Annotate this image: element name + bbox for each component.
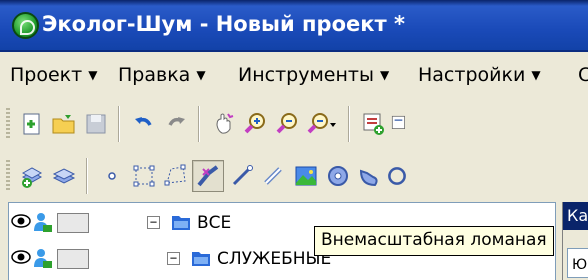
folder-icon: [172, 216, 190, 230]
menu-edit-arrow-icon: ▼: [196, 68, 206, 82]
point-object-icon: [108, 172, 116, 180]
properties-field[interactable]: Ю: [567, 248, 588, 278]
add-layer-icon: [363, 113, 384, 135]
open-button[interactable]: [48, 108, 80, 140]
visibility-eye-icon[interactable]: [11, 214, 31, 228]
layer-stack-icon: [52, 168, 76, 184]
image-object-button[interactable]: [290, 160, 322, 192]
polygon-object-button[interactable]: [128, 160, 160, 192]
polyline-object-button[interactable]: [160, 160, 192, 192]
properties-panel-header: Ка: [563, 202, 588, 230]
menu-tools-arrow-icon: ▼: [379, 68, 390, 82]
objects-toolbar: [0, 150, 588, 202]
menu-edit-label: Правка: [118, 64, 191, 86]
menu-edit[interactable]: Правка ▼: [118, 64, 206, 86]
menu-settings-arrow-icon: ▼: [531, 68, 541, 82]
title-bar: Эколог-Шум - Новый проект *: [0, 0, 588, 52]
save-icon: [86, 114, 106, 134]
redo-icon: [168, 117, 185, 126]
menu-project-arrow-icon: ▼: [88, 68, 98, 82]
zoom-dropdown-button[interactable]: [304, 108, 340, 140]
polygon-object-icon: [133, 165, 155, 187]
menu-tools-label: Инструменты: [238, 64, 374, 86]
zoom-in-button[interactable]: [240, 108, 272, 140]
layer-copy-icon: [391, 115, 405, 129]
double-line-button[interactable]: [258, 160, 290, 192]
redo-button[interactable]: [160, 108, 192, 140]
menu-tools[interactable]: Инструменты ▼: [238, 64, 389, 86]
line-object-button[interactable]: [226, 160, 258, 192]
add-layer-button[interactable]: [358, 108, 390, 140]
zoom-out-button[interactable]: [272, 108, 304, 140]
zoom-in-icon: [244, 113, 265, 134]
layer-color-swatch[interactable]: [57, 249, 89, 269]
pan-button[interactable]: [208, 108, 240, 140]
circle-object-icon: [328, 166, 348, 186]
add-layer-group-icon: [21, 167, 43, 188]
layer-color-swatch[interactable]: [57, 213, 89, 233]
menu-bar: Проект ▼ Правка ▼ Инструменты ▼ Настройки ▼ …: [0, 54, 588, 98]
collapse-toggle[interactable]: −: [147, 216, 160, 229]
arc-object-button[interactable]: [386, 160, 408, 192]
point-object-button[interactable]: [96, 160, 128, 192]
double-line-icon: [264, 167, 282, 185]
menu-project-label: Проект: [10, 64, 83, 86]
toolbar-separator: [198, 106, 200, 142]
window-title: Эколог-Шум - Новый проект *: [42, 12, 405, 36]
tooltip: Внемасштабная ломаная: [314, 226, 554, 256]
hand-pan-icon: [216, 113, 234, 134]
new-file-button[interactable]: [16, 108, 48, 140]
new-file-icon: [23, 113, 40, 135]
toolbar-grip[interactable]: [6, 160, 10, 192]
undo-icon: [135, 117, 152, 126]
offscale-polyline-button[interactable]: [192, 160, 224, 192]
menu-settings-label: Настройки: [418, 64, 526, 86]
layer-copy-button[interactable]: [390, 108, 410, 140]
toolbar-separator: [118, 106, 120, 142]
polyline-object-icon: [164, 164, 186, 186]
collapse-toggle[interactable]: −: [167, 252, 180, 265]
menu-more-partial[interactable]: С: [578, 64, 588, 86]
main-toolbar: [0, 98, 588, 150]
add-layer-group-button[interactable]: [16, 160, 48, 192]
visibility-eye-icon[interactable]: [11, 250, 31, 264]
toolbar-separator: [348, 106, 350, 142]
menu-settings[interactable]: Настройки ▼: [418, 64, 541, 86]
menu-project[interactable]: Проект ▼: [10, 64, 97, 86]
offscale-polyline-icon: [197, 165, 219, 187]
properties-panel: Ка Ю: [562, 202, 588, 280]
save-button[interactable]: [80, 108, 112, 140]
toolbar-separator: [86, 158, 88, 194]
sector-object-button[interactable]: [354, 160, 386, 192]
image-object-icon: [295, 166, 317, 186]
circle-object-button[interactable]: [322, 160, 354, 192]
folder-icon: [192, 252, 210, 266]
tree-label-all[interactable]: ВСЕ: [197, 213, 231, 233]
undo-button[interactable]: [128, 108, 160, 140]
layer-stack-button[interactable]: [48, 160, 80, 192]
line-object-icon: [232, 165, 253, 186]
ecolog-app-icon[interactable]: [12, 12, 39, 39]
arc-object-icon: [388, 167, 406, 185]
toolbar-grip[interactable]: [6, 108, 10, 140]
sector-object-icon: [359, 169, 378, 187]
zoom-dropdown-icon: [307, 113, 336, 134]
open-folder-icon: [52, 115, 75, 134]
zoom-out-icon: [276, 113, 297, 134]
layer-person-icon[interactable]: [31, 211, 53, 233]
layer-person-icon[interactable]: [31, 247, 53, 269]
